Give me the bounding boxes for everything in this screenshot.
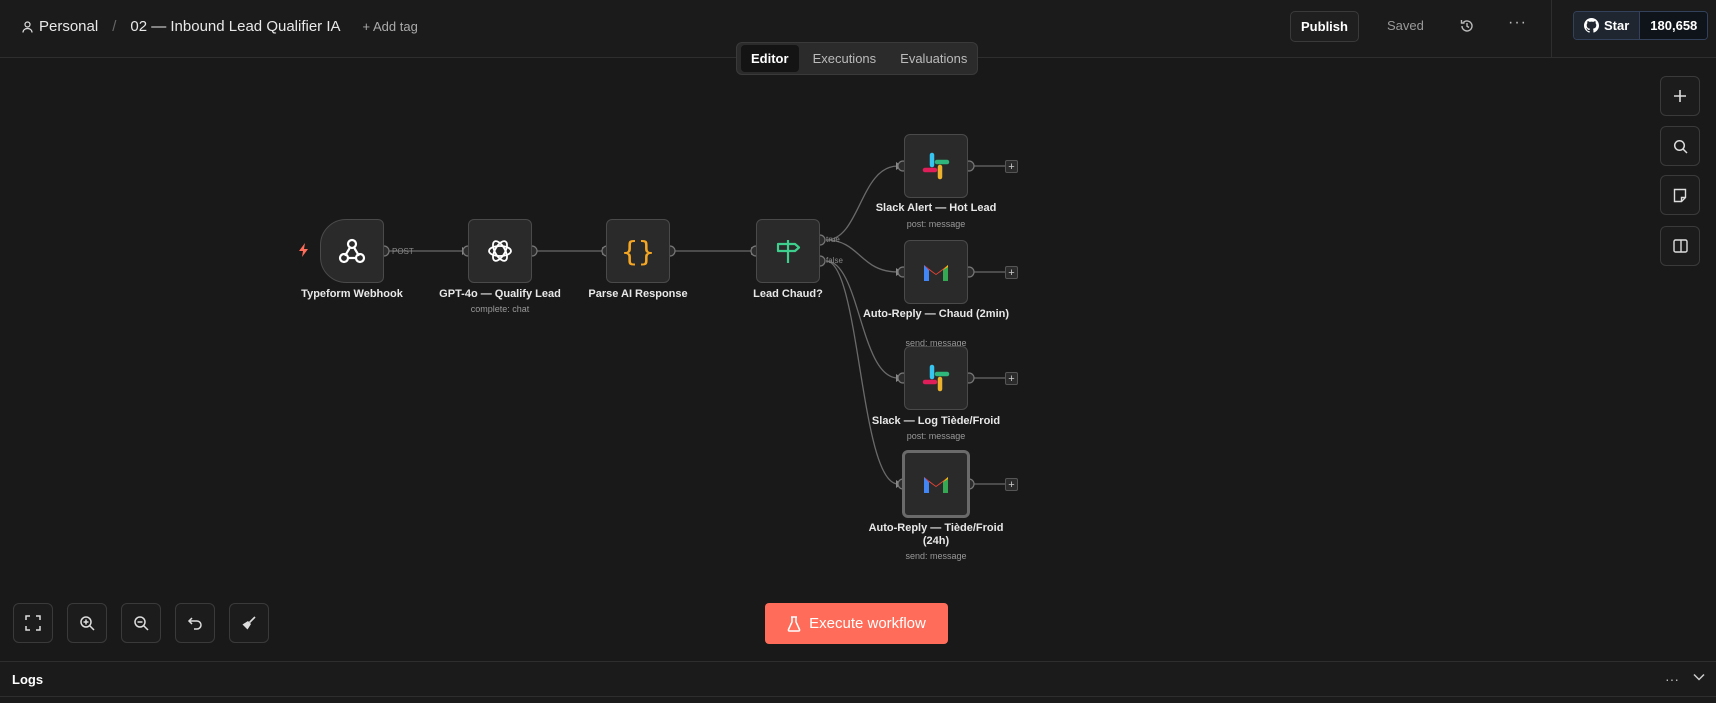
- sticky-note-icon: [1673, 188, 1687, 202]
- slack-icon: [922, 364, 950, 392]
- search-icon: [1673, 139, 1688, 154]
- webhook-icon: [338, 238, 366, 264]
- logs-divider: [0, 696, 1716, 697]
- gmail-icon: [924, 265, 948, 281]
- broom-icon: [242, 616, 256, 630]
- add-node-button[interactable]: +: [1005, 160, 1018, 173]
- add-node-panel-button[interactable]: [1660, 76, 1700, 116]
- workspace-name: Personal: [39, 18, 99, 35]
- node-slack-log[interactable]: [904, 346, 968, 410]
- panel-icon: [1672, 239, 1688, 253]
- execute-workflow-label: Execute workflow: [809, 615, 926, 632]
- node-sub-slack-hot: post: message: [906, 219, 966, 229]
- github-star-count: 180,658: [1640, 12, 1708, 39]
- openai-icon: [488, 240, 512, 262]
- node-sub-slack-log: post: message: [906, 431, 966, 441]
- code-braces-icon: {}: [621, 234, 655, 268]
- add-node-button[interactable]: +: [1005, 478, 1018, 491]
- node-label-reply-hot: Auto-Reply — Chaud (2min): [862, 308, 1010, 320]
- github-icon: [1584, 18, 1599, 33]
- node-sub-reply-cold: send: message: [905, 551, 967, 561]
- edge-label-true: true: [826, 235, 840, 244]
- more-options-icon[interactable]: ···: [1508, 14, 1527, 32]
- node-if-lead-chaud[interactable]: [756, 219, 820, 283]
- logs-title: Logs: [12, 672, 44, 687]
- zoom-out-button[interactable]: [121, 603, 161, 643]
- edge-label-false: false: [826, 256, 843, 265]
- node-parse-ai-response[interactable]: {}: [606, 219, 670, 283]
- edge-label-post: POST: [392, 247, 414, 256]
- saved-status: Saved: [1387, 18, 1424, 33]
- tab-executions[interactable]: Executions: [803, 45, 887, 72]
- undo-icon: [187, 617, 202, 630]
- chevron-down-icon[interactable]: [1693, 673, 1705, 681]
- fit-view-button[interactable]: [13, 603, 53, 643]
- node-label-slack-log: Slack — Log Tiède/Froid: [871, 415, 1001, 427]
- zoom-in-button[interactable]: [67, 603, 107, 643]
- github-star-label: Star: [1604, 18, 1630, 33]
- node-label-if: Lead Chaud?: [753, 288, 823, 300]
- tab-evaluations[interactable]: Evaluations: [890, 45, 977, 72]
- tidy-up-button[interactable]: [229, 603, 269, 643]
- view-tabs: Editor Executions Evaluations: [736, 42, 978, 75]
- workflow-name[interactable]: 02 — Inbound Lead Qualifier IA: [130, 18, 340, 35]
- workspace-link[interactable]: Personal: [22, 18, 98, 35]
- node-label-parse: Parse AI Response: [588, 288, 688, 300]
- zoom-out-icon: [134, 616, 149, 631]
- breadcrumb-separator: /: [112, 18, 117, 35]
- workflow-connections: POST true false: [378, 160, 1005, 490]
- fit-view-icon: [25, 615, 41, 631]
- history-icon[interactable]: [1458, 17, 1476, 35]
- node-slack-hot-lead[interactable]: [904, 134, 968, 198]
- plus-icon: [1674, 90, 1686, 102]
- node-label-gpt: GPT-4o — Qualify Lead: [439, 288, 561, 300]
- node-label-slack-hot: Slack Alert — Hot Lead: [875, 202, 997, 214]
- zoom-in-icon: [80, 616, 95, 631]
- slack-icon: [922, 152, 950, 180]
- node-label-reply-cold: Auto-Reply — Tiède/Froid (24h): [868, 522, 1004, 547]
- execute-workflow-button[interactable]: Execute workflow: [765, 603, 948, 644]
- search-nodes-button[interactable]: [1660, 126, 1700, 166]
- user-icon: [22, 20, 33, 33]
- logs-panel[interactable]: Logs ···: [0, 661, 1716, 703]
- toggle-panel-button[interactable]: [1660, 226, 1700, 266]
- node-label-webhook: Typeform Webhook: [301, 288, 403, 300]
- trigger-bolt-icon: [299, 243, 308, 257]
- node-gpt-qualify[interactable]: [468, 219, 532, 283]
- breadcrumb: Personal / 02 — Inbound Lead Qualifier I…: [22, 18, 418, 35]
- flask-icon: [787, 615, 801, 632]
- signpost-icon: [776, 240, 801, 263]
- tab-editor[interactable]: Editor: [741, 45, 799, 72]
- add-node-button[interactable]: +: [1005, 266, 1018, 279]
- header-divider: [1551, 0, 1552, 58]
- github-star-button[interactable]: Star 180,658: [1573, 11, 1709, 40]
- logs-more-icon[interactable]: ···: [1665, 671, 1679, 687]
- add-node-button[interactable]: +: [1005, 372, 1018, 385]
- sticky-note-button[interactable]: [1660, 175, 1700, 215]
- node-auto-reply-tiede-froid[interactable]: [902, 450, 970, 518]
- undo-button[interactable]: [175, 603, 215, 643]
- node-typeform-webhook[interactable]: [320, 219, 384, 283]
- add-tag-button[interactable]: + Add tag: [363, 19, 418, 34]
- publish-button[interactable]: Publish: [1290, 11, 1359, 42]
- node-auto-reply-chaud[interactable]: [904, 240, 968, 304]
- gmail-icon: [924, 477, 948, 493]
- node-sub-gpt: complete: chat: [470, 304, 530, 314]
- github-star[interactable]: Star: [1574, 12, 1641, 39]
